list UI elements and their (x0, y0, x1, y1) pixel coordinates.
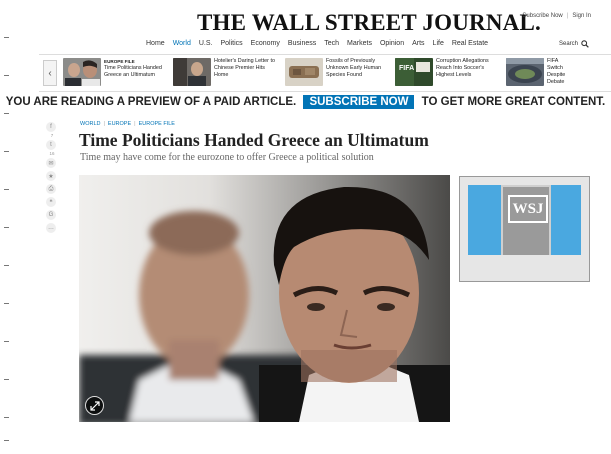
advertisement[interactable]: WSJ (459, 176, 590, 282)
tablet-graphic: WSJ (501, 185, 551, 255)
ad-graphic: WSJ (468, 185, 581, 255)
wsj-logo[interactable]: THE WALL STREET JOURNAL. (197, 10, 541, 36)
breadcrumb-world[interactable]: WORLD (80, 121, 100, 127)
subscribe-now-link[interactable]: Subscribe Now (522, 13, 562, 19)
breadcrumb-europe-file[interactable]: EUROPE FILE (139, 121, 175, 127)
carousel-item[interactable]: Fossils of Previously Unknown Early Huma… (285, 58, 390, 88)
nav-item-tech[interactable]: Tech (324, 40, 339, 47)
carousel-title: Corruption Allegations Reach Into Soccer… (436, 58, 489, 78)
nav-item-home[interactable]: Home (146, 40, 165, 47)
facebook-count: 7 (50, 133, 54, 138)
twitter-count: 16 (49, 151, 55, 156)
carousel-thumbnail: FIFA (395, 58, 433, 86)
carousel-thumbnail (506, 58, 544, 86)
carousel-thumbnail (173, 58, 211, 86)
banner-lead: YOU ARE READING A PREVIEW OF A PAID ARTI… (5, 96, 297, 108)
nav-items: Home World U.S. Politics Economy Business Tech… (146, 40, 488, 47)
share-toolbar: f 7 t 16 ✉ ★ ⎙ ❝ G … (46, 122, 58, 236)
facebook-icon[interactable]: f (46, 122, 56, 132)
sign-in-link[interactable]: Sign In (572, 13, 591, 19)
chevron-left-icon: ‹ (48, 67, 52, 79)
twitter-icon[interactable]: t (46, 140, 56, 150)
search-icon (581, 40, 589, 48)
article-dek: Time may have come for the eurozone to o… (80, 152, 374, 163)
email-icon[interactable]: ✉ (46, 158, 56, 168)
banner-trail: TO GET MORE GREAT CONTENT. (421, 96, 606, 108)
paywall-banner: YOU ARE READING A PREVIEW OF A PAID ARTI… (0, 95, 611, 111)
article-headline: Time Politicians Handed Greece an Ultima… (79, 130, 429, 150)
search-button[interactable]: Search (559, 40, 589, 48)
more-options-icon[interactable]: … (46, 223, 56, 233)
nav-item-u-s[interactable]: U.S. (199, 40, 213, 47)
section-nav: Home World U.S. Politics Economy Business Tech… (0, 40, 611, 53)
expand-icon (89, 400, 100, 411)
subscribe-now-button[interactable]: SUBSCRIBE NOW (303, 95, 415, 109)
breadcrumb: WORLD | EUROPE | EUROPE FILE (80, 121, 175, 127)
nav-item-business[interactable]: Business (288, 40, 316, 47)
carousel-title: Fossils of Previously Unknown Early Huma… (326, 58, 382, 78)
masthead: THE WALL STREET JOURNAL. Subscribe Now | S… (0, 10, 611, 40)
nav-item-opinion[interactable]: Opinion (380, 40, 404, 47)
page-margin-marks (4, 0, 10, 454)
nav-item-markets[interactable]: Markets (347, 40, 372, 47)
carousel-item[interactable]: FIFA Corruption Allegations Reach Into S… (395, 58, 500, 88)
nav-item-world[interactable]: World (173, 40, 191, 47)
nav-item-real-estate[interactable]: Real Estate (452, 40, 488, 47)
carousel-item[interactable]: Hotelier's Daring Letter to Chinese Prem… (173, 58, 278, 88)
nav-item-politics[interactable]: Politics (220, 40, 242, 47)
carousel-item[interactable]: FIFA Switch Despite Debate (506, 58, 573, 88)
breadcrumb-europe[interactable]: EUROPE (108, 121, 131, 127)
carousel-title: Time Politicians Handed Greece an Ultima… (104, 65, 162, 78)
google-plus-icon[interactable]: G (46, 210, 56, 220)
nav-item-economy[interactable]: Economy (251, 40, 280, 47)
bookmark-icon[interactable]: ★ (46, 171, 56, 181)
nav-item-life[interactable]: Life (433, 40, 444, 47)
comments-icon[interactable]: ❝ (46, 197, 56, 207)
expand-photo-button[interactable] (85, 396, 104, 415)
ad-wsj-logo: WSJ (508, 195, 548, 223)
svg-text:FIFA: FIFA (399, 65, 414, 72)
carousel-prev-button[interactable]: ‹ (43, 60, 57, 86)
nav-item-arts[interactable]: Arts (412, 40, 424, 47)
carousel-category: EUROPE FILE (104, 59, 135, 64)
account-links: Subscribe Now | Sign In (522, 13, 591, 19)
carousel-title: Hotelier's Daring Letter to Chinese Prem… (214, 58, 275, 78)
headline-carousel: ‹ EUROPE FILE Time Politicians Handed Gre… (39, 54, 611, 92)
carousel-thumbnail (63, 58, 101, 86)
print-icon[interactable]: ⎙ (46, 184, 56, 194)
carousel-thumbnail (285, 58, 323, 86)
carousel-title: FIFA Switch Despite Debate (547, 58, 566, 85)
article-photo (79, 175, 450, 422)
search-label: Search (558, 41, 578, 47)
carousel-item[interactable]: EUROPE FILE Time Politicians Handed Greec… (63, 58, 168, 88)
